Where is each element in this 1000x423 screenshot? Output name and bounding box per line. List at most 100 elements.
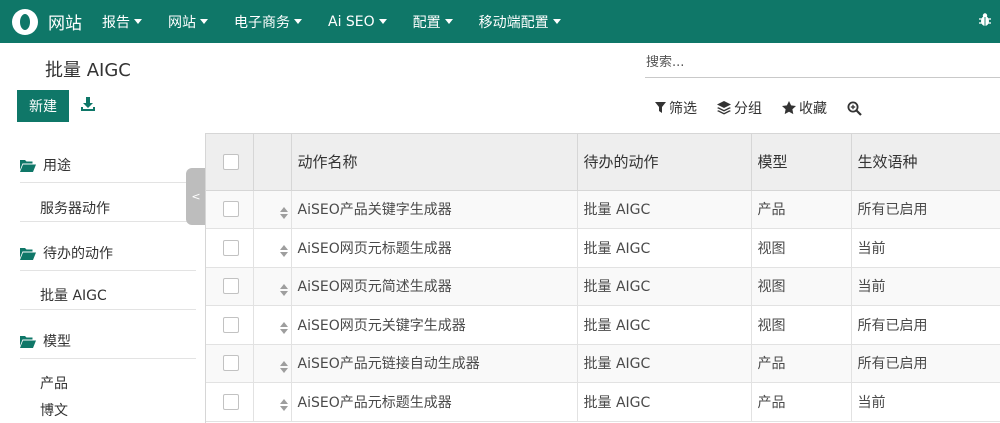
new-button[interactable]: 新建 [17,90,69,122]
row-checkbox[interactable] [223,393,239,410]
cell-pending-action: 批量 AIGC [577,382,752,422]
table-body: AiSEO产品关键字生成器 批量 AIGC 产品 所有已启用 AiSEO网页元标… [206,190,1000,422]
side-panel-collapse-button[interactable]: < [186,168,206,225]
cell-model: 视图 [751,267,852,306]
cell-model: 产品 [751,190,852,229]
side-divider [20,309,196,310]
cell-language: 当前 [851,267,1000,306]
column-header-action-name[interactable]: 动作名称 [291,134,578,191]
group-by-label: 分组 [734,101,762,117]
search-panel [0,133,205,423]
table-header-row: 动作名称 待办的动作 模型 生效语种 [206,134,1000,191]
cell-model: 产品 [751,344,852,383]
side-group-model: 模型 [20,331,196,351]
side-item-batch-aigc[interactable]: 批量 AIGC [40,285,107,305]
select-all-cell [206,134,254,191]
folder-open-icon [20,159,36,172]
drag-handle-icon[interactable] [279,322,288,335]
row-handle-cell [253,267,292,306]
drag-handle-icon[interactable] [279,206,288,219]
caret-down-icon [552,19,561,24]
row-checkbox[interactable] [223,201,239,218]
menu-ai-seo[interactable]: Ai SEO [328,14,387,30]
app-title[interactable]: 网站 [48,9,82,34]
filters-label: 筛选 [669,101,697,117]
menu-ecommerce[interactable]: 电子商务 [234,12,302,32]
side-group-pending-action: 待办的动作 [20,243,196,263]
layers-icon [717,101,731,115]
search-input[interactable] [645,55,1000,70]
side-item-blog-post[interactable]: 博文 [40,400,68,420]
side-item-product[interactable]: 产品 [40,373,68,393]
column-header-pending-action[interactable]: 待办的动作 [577,134,752,191]
select-all-checkbox[interactable] [223,154,239,171]
filter-icon [655,102,666,113]
side-divider [20,270,196,271]
row-handle-cell [253,344,292,383]
caret-down-icon [200,19,208,24]
row-checkbox[interactable] [223,239,239,256]
row-select-cell [206,344,254,383]
list-view: 动作名称 待办的动作 模型 生效语种 AiSEO产品关键字生成器 批量 AIGC… [205,133,1000,423]
folder-open-icon [20,335,36,348]
table-row[interactable]: AiSEO网页元标题生成器 批量 AIGC 视图 当前 [206,228,1000,268]
side-group-model-label: 模型 [43,334,71,350]
cell-action-name: AiSEO网页元标题生成器 [291,228,578,268]
row-checkbox[interactable] [223,355,239,372]
group-by-toggle[interactable]: 分组 [717,98,762,118]
menu-website[interactable]: 网站 [168,12,208,32]
menu-reports[interactable]: 报告 [102,12,142,32]
row-handle-cell [253,228,292,268]
caret-down-icon [444,19,453,24]
table-row[interactable]: AiSEO网页元关键字生成器 批量 AIGC 视图 所有已启用 [206,305,1000,345]
cell-action-name: AiSEO产品元标题生成器 [291,382,578,422]
side-divider [20,221,196,222]
cell-action-name: AiSEO产品元链接自动生成器 [291,344,578,383]
search-options-bar: 筛选 分组 收藏 [655,98,885,118]
row-select-cell [206,190,254,229]
menu-reports-label: 报告 [102,14,130,31]
cell-pending-action: 批量 AIGC [577,190,752,229]
drag-handle-icon[interactable] [279,245,288,258]
menu-mobile-config[interactable]: 移动端配置 [479,12,561,32]
search-zoom-toggle[interactable] [847,101,865,116]
menu-mobile-config-label: 移动端配置 [478,14,549,31]
row-checkbox[interactable] [223,278,239,295]
row-select-cell [206,267,254,306]
debug-bug-icon[interactable] [978,12,992,28]
cell-language: 所有已启用 [851,344,1000,383]
filters-toggle[interactable]: 筛选 [655,98,697,118]
row-handle-cell [253,382,292,422]
cell-action-name: AiSEO产品关键字生成器 [291,190,578,229]
side-divider [20,358,196,359]
menu-configuration-label: 配置 [412,14,441,31]
app-logo-icon[interactable] [12,8,38,35]
side-divider [20,182,196,183]
table-row[interactable]: AiSEO产品元标题生成器 批量 AIGC 产品 当前 [206,382,1000,422]
drag-handle-icon[interactable] [279,360,288,373]
column-header-model[interactable]: 模型 [751,134,852,191]
breadcrumb: 批量 AIGC [45,60,131,81]
download-icon[interactable] [80,96,96,112]
cell-model: 视图 [751,305,852,345]
side-group-pending-action-label: 待办的动作 [43,246,113,262]
drag-handle-icon[interactable] [279,283,288,296]
folder-open-icon [20,247,36,260]
cell-language: 当前 [851,382,1000,422]
row-checkbox[interactable] [223,316,239,333]
cell-model: 产品 [751,382,852,422]
caret-down-icon [378,19,387,24]
column-header-language[interactable]: 生效语种 [851,134,1000,191]
caret-down-icon [294,19,302,24]
drag-handle-icon[interactable] [279,399,288,412]
table-row[interactable]: AiSEO产品关键字生成器 批量 AIGC 产品 所有已启用 [206,190,1000,229]
cell-pending-action: 批量 AIGC [577,305,752,345]
menu-configuration[interactable]: 配置 [413,12,453,32]
favorites-toggle[interactable]: 收藏 [782,98,827,118]
table-row[interactable]: AiSEO产品元链接自动生成器 批量 AIGC 产品 所有已启用 [206,344,1000,383]
side-item-server-action[interactable]: 服务器动作 [40,198,110,218]
table-row[interactable]: AiSEO网页元简述生成器 批量 AIGC 视图 当前 [206,267,1000,306]
cell-pending-action: 批量 AIGC [577,267,752,306]
row-handle-cell [253,305,292,345]
search-box [645,48,1000,78]
